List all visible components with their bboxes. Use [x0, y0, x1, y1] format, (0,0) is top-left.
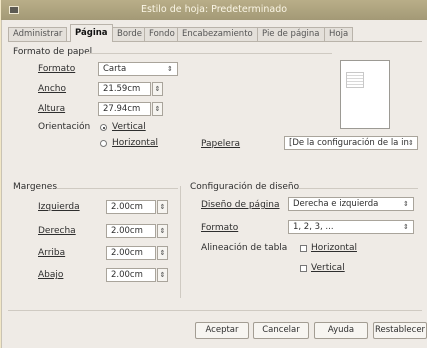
page-layout-value: Derecha e izquierda [293, 199, 379, 209]
orientation-vertical-label[interactable]: Vertical [112, 122, 146, 133]
tray-label: Papelera [201, 139, 241, 149]
paper-tray-select[interactable]: [De la configuración de la in ⇕ [284, 136, 418, 150]
cancel-button[interactable]: Cancelar [253, 322, 309, 339]
layout-section-label: Configuración de diseño [190, 182, 300, 192]
width-field[interactable]: 21.59cm [98, 82, 151, 96]
window-titlebar[interactable]: Estilo de hoja: Predeterminado [1, 0, 427, 20]
tab-administrar[interactable]: Administrar [8, 27, 68, 41]
button-row-divider [8, 310, 422, 311]
margin-top-stepper[interactable]: ⇕ [157, 246, 168, 260]
margin-bottom-stepper[interactable]: ⇕ [157, 268, 168, 282]
margin-left-label: Izquierda [38, 202, 80, 212]
page-preview [340, 60, 390, 129]
page-layout-select[interactable]: Derecha e izquierda ⇕ [288, 197, 414, 211]
margin-top-label: Arriba [38, 248, 66, 258]
orientation-horizontal-label[interactable]: Horizontal [112, 138, 158, 149]
table-align-vertical-checkbox[interactable] [300, 265, 307, 272]
margin-bottom-label: Abajo [38, 270, 64, 280]
table-align-label: Alineación de tabla [201, 243, 288, 253]
tab-pie-de-pagina[interactable]: Pie de página [257, 27, 325, 41]
margin-bottom-field[interactable]: 2.00cm [106, 268, 156, 282]
height-label: Altura [38, 104, 66, 114]
number-format-value: 1, 2, 3, ... [293, 222, 334, 232]
paper-format-select[interactable]: Carta ⇕ [98, 62, 178, 76]
margin-top-field[interactable]: 2.00cm [106, 246, 156, 260]
paper-tray-value: [De la configuración de la in [289, 138, 409, 148]
orientation-horizontal-radio[interactable] [100, 140, 107, 147]
tab-fondo[interactable]: Fondo [144, 27, 180, 41]
page-layout-label: Diseño de página [201, 200, 280, 210]
tab-borde[interactable]: Borde [112, 27, 148, 41]
paper-format-value: Carta [103, 64, 127, 74]
tab-encabezamiento[interactable]: Encabezamiento [177, 27, 258, 41]
orientation-vertical-radio[interactable] [100, 124, 107, 131]
margin-left-field[interactable]: 2.00cm [106, 200, 156, 214]
ok-button[interactable]: Aceptar [195, 322, 249, 339]
height-stepper[interactable]: ⇕ [152, 102, 163, 116]
chevron-up-down-icon: ⇕ [167, 65, 173, 73]
chevron-up-down-icon: ⇕ [408, 139, 414, 147]
tab-hoja[interactable]: Hoja [324, 27, 354, 41]
margins-section-divider [57, 188, 178, 189]
reset-button[interactable]: Restablecer [373, 322, 427, 339]
chevron-up-down-icon: ⇕ [403, 223, 409, 231]
width-stepper[interactable]: ⇕ [152, 82, 163, 96]
orientation-label: Orientación [38, 122, 91, 132]
width-label: Ancho [38, 84, 67, 94]
window-title: Estilo de hoja: Predeterminado [140, 4, 288, 15]
margin-right-field[interactable]: 2.00cm [106, 224, 156, 238]
margin-right-stepper[interactable]: ⇕ [157, 224, 168, 238]
margin-right-label: Derecha [38, 226, 76, 236]
margins-section-label: Margenes [13, 182, 58, 192]
page-preview-content [346, 72, 364, 88]
tab-pagina[interactable]: Página [70, 24, 113, 42]
help-button[interactable]: Ayuda [314, 322, 368, 339]
paper-section-label: Formato de papel [13, 47, 93, 57]
height-field[interactable]: 27.94cm [98, 102, 151, 116]
table-align-vertical-label[interactable]: Vertical [311, 263, 345, 274]
number-format-select[interactable]: 1, 2, 3, ... ⇕ [288, 220, 414, 234]
margin-left-stepper[interactable]: ⇕ [157, 200, 168, 214]
number-format-label: Formato [201, 223, 239, 233]
layout-section-divider [298, 188, 418, 189]
section-vertical-divider [180, 186, 181, 298]
paper-section-divider [86, 53, 332, 54]
chevron-up-down-icon: ⇕ [403, 200, 409, 208]
page-style-dialog: Estilo de hoja: Predeterminado Administr… [1, 0, 427, 348]
table-align-horizontal-checkbox[interactable] [300, 245, 307, 252]
dialog-body: Administrar Página Borde Fondo Encabezam… [1, 20, 427, 348]
format-label: Formato [38, 64, 76, 74]
table-align-horizontal-label[interactable]: Horizontal [311, 243, 357, 254]
